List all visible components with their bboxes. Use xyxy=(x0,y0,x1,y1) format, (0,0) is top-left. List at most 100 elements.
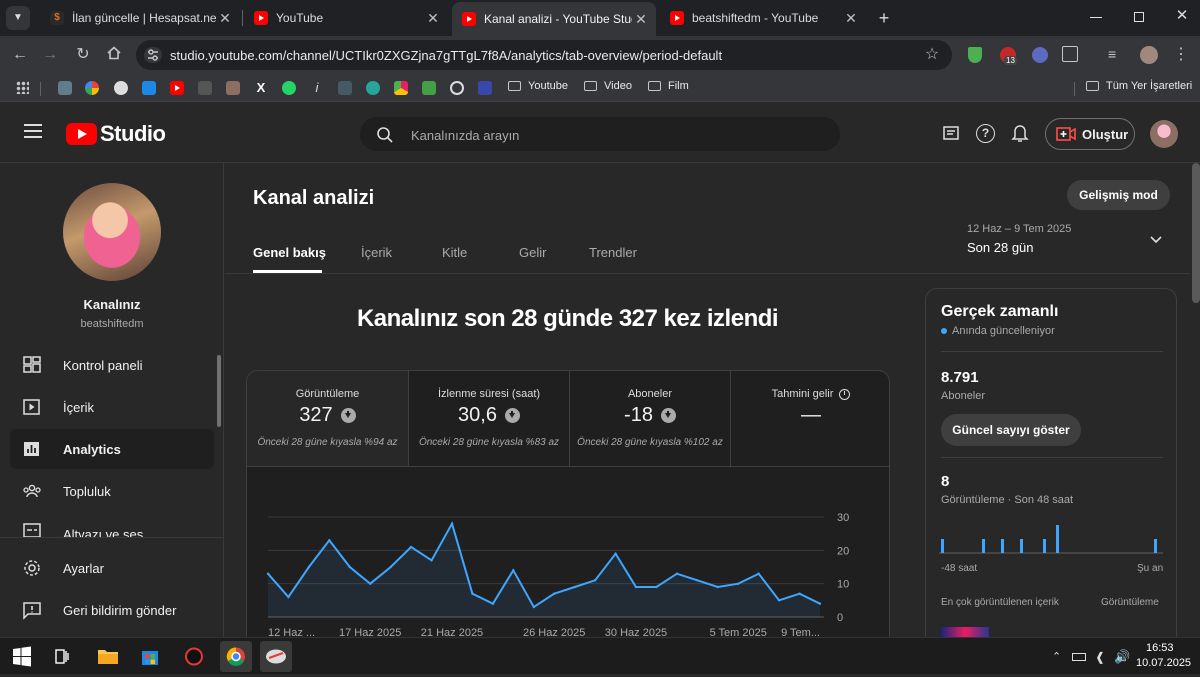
all-bookmarks-button[interactable]: Tüm Yer İşaretleri xyxy=(1086,80,1192,92)
store-icon[interactable] xyxy=(134,641,166,672)
media-control-icon[interactable]: ≡ xyxy=(1108,45,1126,63)
sidebar-item-dashboard[interactable]: Kontrol paneli xyxy=(10,345,214,385)
app-icon[interactable] xyxy=(260,641,292,672)
sidebar-item-community[interactable]: Topluluk xyxy=(10,471,214,511)
period-selector[interactable]: 12 Haz – 9 Tem 2025 Son 28 gün xyxy=(967,223,1177,261)
tab-search-button[interactable]: ▼ xyxy=(6,6,30,30)
realtime-bar[interactable] xyxy=(1001,539,1004,553)
browser-tab-beatshift[interactable]: beatshiftedm - YouTube ✕ xyxy=(660,4,866,32)
realtime-bar[interactable] xyxy=(982,539,985,553)
studio-logo[interactable]: Studio xyxy=(66,121,166,147)
bookmark-icon[interactable] xyxy=(198,81,212,95)
close-window-button[interactable]: ✕ xyxy=(1172,6,1192,26)
youtube-icon[interactable] xyxy=(170,81,184,95)
sidebar-item-settings[interactable]: Ayarlar xyxy=(10,548,214,588)
realtime-bar[interactable] xyxy=(941,539,944,553)
subtitles-feedback-icon[interactable] xyxy=(942,125,960,143)
close-icon[interactable]: ✕ xyxy=(424,10,442,27)
bookmark-icon[interactable] xyxy=(338,81,352,95)
browser-menu-icon[interactable]: ⋮ xyxy=(1172,45,1190,65)
close-icon[interactable]: ✕ xyxy=(632,11,650,28)
tab-revenue[interactable]: Gelir xyxy=(519,245,546,260)
chrome-icon[interactable] xyxy=(220,641,252,672)
apps-grid-icon[interactable] xyxy=(16,81,29,94)
main-scrollbar[interactable] xyxy=(1192,163,1200,303)
site-info-icon[interactable] xyxy=(144,47,162,63)
bookmark-icon[interactable] xyxy=(58,81,72,95)
metric-views[interactable]: Görüntüleme 327 Önceki 28 güne kıyasla %… xyxy=(247,371,408,467)
profile-avatar[interactable] xyxy=(1140,46,1158,64)
notifications-bell-icon[interactable] xyxy=(1011,123,1029,143)
bookmark-folder-film[interactable]: Film xyxy=(648,80,689,92)
browser-tab-hesapsat[interactable]: $ İlan güncelle | Hesapsat.net ✕ xyxy=(40,4,240,32)
tab-content[interactable]: İçerik xyxy=(361,245,392,260)
hamburger-menu-icon[interactable] xyxy=(24,124,42,138)
metric-compare: Önceki 28 güne kıyasla %94 az xyxy=(257,437,398,448)
sidebar-item-analytics[interactable]: Analytics xyxy=(10,429,214,469)
realtime-bar[interactable] xyxy=(1056,525,1059,553)
bookmark-icon[interactable] xyxy=(478,81,492,95)
metric-label: İzlenme süresi (saat) xyxy=(437,388,541,400)
sidebar-item-feedback[interactable]: Geri bildirim gönder xyxy=(10,590,214,630)
channel-avatar[interactable] xyxy=(63,183,161,281)
app-red-icon[interactable] xyxy=(178,641,210,672)
tab-trends[interactable]: Trendler xyxy=(589,245,637,260)
close-icon[interactable]: ✕ xyxy=(216,10,234,27)
forward-icon[interactable]: → xyxy=(40,45,60,65)
reload-icon[interactable]: ↻ xyxy=(73,45,93,65)
realtime-bar[interactable] xyxy=(1154,539,1157,553)
x-icon[interactable]: X xyxy=(254,81,268,95)
restore-button[interactable] xyxy=(1134,12,1144,22)
show-current-count-button[interactable]: Güncel sayıyı göster xyxy=(941,414,1081,446)
bookmark-icon[interactable] xyxy=(142,81,156,95)
close-icon[interactable]: ✕ xyxy=(842,10,860,27)
browser-tab-studio[interactable]: Kanal analizi - YouTube Studio ✕ xyxy=(452,2,656,36)
create-button[interactable]: Oluştur xyxy=(1045,118,1135,150)
clock-time[interactable]: 16:53 xyxy=(1146,642,1174,654)
account-avatar[interactable] xyxy=(1150,120,1178,148)
google-icon[interactable] xyxy=(85,81,99,95)
bookmark-icon[interactable]: i xyxy=(310,81,324,95)
cursor-extension-icon[interactable] xyxy=(1032,47,1048,63)
bookmark-icon[interactable] xyxy=(114,81,128,95)
bookmark-folder-video[interactable]: Video xyxy=(584,80,632,92)
realtime-bar[interactable] xyxy=(1020,539,1023,553)
search-icon xyxy=(377,127,393,143)
metric-revenue[interactable]: Tahmini gelir — xyxy=(730,371,889,467)
volume-icon[interactable]: 🔊 xyxy=(1114,649,1130,665)
tab-overview[interactable]: Genel bakış xyxy=(253,245,326,260)
bookmark-folder-youtube[interactable]: Youtube xyxy=(508,80,568,92)
windows-start-icon[interactable] xyxy=(6,641,38,672)
bookmark-icon[interactable] xyxy=(226,81,240,95)
minimize-button[interactable] xyxy=(1090,17,1102,18)
sidebar-scrollbar[interactable] xyxy=(217,355,221,427)
task-view-icon[interactable] xyxy=(46,641,78,672)
realtime-bar[interactable] xyxy=(1043,539,1046,553)
address-bar[interactable]: studio.youtube.com/channel/UCTIkr0ZXGZjn… xyxy=(136,40,952,70)
bookmark-star-icon[interactable]: ☆ xyxy=(922,45,942,65)
sidebar-item-subtitles[interactable]: Altyazı ve ses xyxy=(10,513,214,537)
bookmark-icon[interactable] xyxy=(394,81,408,95)
sidebar-item-content[interactable]: İçerik xyxy=(10,387,214,427)
home-icon[interactable] xyxy=(104,45,124,65)
bookmark-icon[interactable] xyxy=(422,81,436,95)
file-explorer-icon[interactable] xyxy=(92,641,124,672)
metric-watch-time[interactable]: İzlenme süresi (saat) 30,6 Önceki 28 gün… xyxy=(408,371,569,467)
bookmark-icon[interactable] xyxy=(366,81,380,95)
shield-extension-icon[interactable] xyxy=(968,47,982,63)
chevron-up-icon[interactable]: ⌃ xyxy=(1052,650,1061,663)
wifi-icon[interactable]: ❰ xyxy=(1095,650,1105,664)
back-icon[interactable]: ← xyxy=(10,45,30,65)
bookmark-icon[interactable] xyxy=(450,81,464,95)
advanced-mode-button[interactable]: Gelişmiş mod xyxy=(1067,180,1170,210)
metric-subscribers[interactable]: Aboneler -18 Önceki 28 güne kıyasla %102… xyxy=(569,371,730,467)
whatsapp-icon[interactable] xyxy=(282,81,296,95)
clock-date[interactable]: 10.07.2025 xyxy=(1136,657,1191,669)
help-icon[interactable]: ? xyxy=(976,124,995,143)
channel-search-input[interactable]: Kanalınızda arayın xyxy=(360,117,840,151)
battery-icon[interactable] xyxy=(1072,653,1086,661)
new-tab-button[interactable]: + xyxy=(874,8,894,28)
browser-tab-youtube[interactable]: YouTube ✕ xyxy=(244,4,448,32)
tab-audience[interactable]: Kitle xyxy=(442,245,467,260)
puzzle-extensions-icon[interactable] xyxy=(1062,46,1078,62)
